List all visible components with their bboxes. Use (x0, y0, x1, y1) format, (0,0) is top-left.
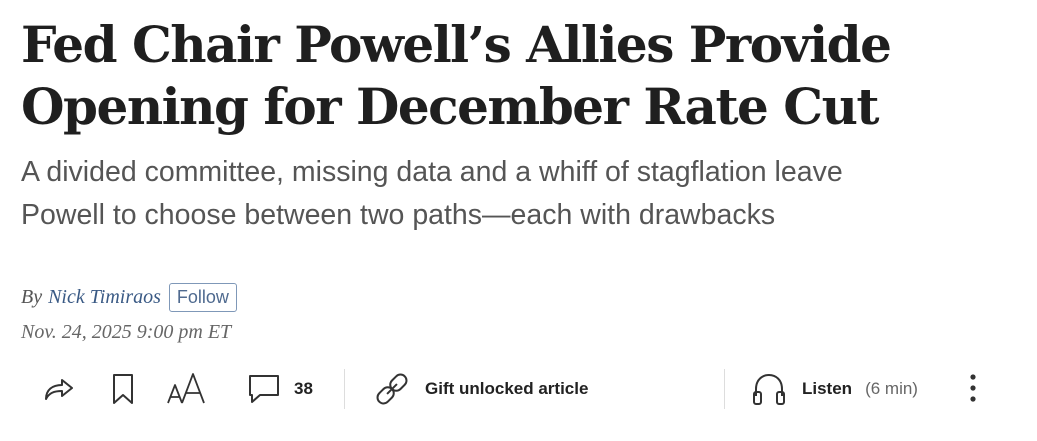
save-bookmark-button[interactable] (109, 362, 139, 416)
headline-line-2: Opening for December Rate Cut (21, 77, 880, 136)
author-link[interactable]: Nick Timiraos (48, 286, 161, 309)
gift-article-button[interactable]: Gift unlocked article (372, 362, 588, 416)
article-toolbar: 38 Gift unlocked article Listen (6 min) (0, 362, 1037, 416)
dek-line-2: Powell to choose between two paths—each … (21, 199, 776, 231)
follow-button[interactable]: Follow (168, 283, 237, 312)
text-size-button[interactable] (166, 362, 210, 416)
link-icon (376, 373, 408, 405)
article-headline: Fed Chair Powell’s Allies Provide Openin… (21, 14, 1021, 138)
listen-button[interactable]: Listen (6 min) (750, 362, 918, 416)
byline: By Nick Timiraos Follow (21, 283, 237, 312)
comments-button[interactable]: 38 (246, 362, 313, 416)
headline-line-1: Fed Chair Powell’s Allies Provide (21, 15, 892, 74)
publish-timestamp: Nov. 24, 2025 9:00 pm ET (21, 321, 232, 343)
gift-article-label: Gift unlocked article (425, 379, 589, 398)
bookmark-icon (113, 374, 133, 404)
share-button[interactable] (40, 362, 76, 416)
listen-label: Listen (802, 379, 853, 398)
text-size-icon (167, 373, 205, 404)
more-vertical-icon (970, 374, 976, 402)
dek-line-1: A divided committee, missing data and a … (21, 156, 843, 188)
share-icon (45, 379, 73, 400)
byline-prefix: By (21, 286, 43, 308)
comment-icon (249, 375, 279, 403)
more-options-button[interactable] (963, 362, 983, 416)
listen-duration: (6 min) (865, 379, 918, 398)
toolbar-divider (344, 369, 345, 409)
comment-count: 38 (294, 379, 313, 398)
toolbar-divider (724, 369, 725, 409)
headphones-icon (753, 373, 785, 405)
article-dek: A divided committee, missing data and a … (21, 151, 1021, 237)
